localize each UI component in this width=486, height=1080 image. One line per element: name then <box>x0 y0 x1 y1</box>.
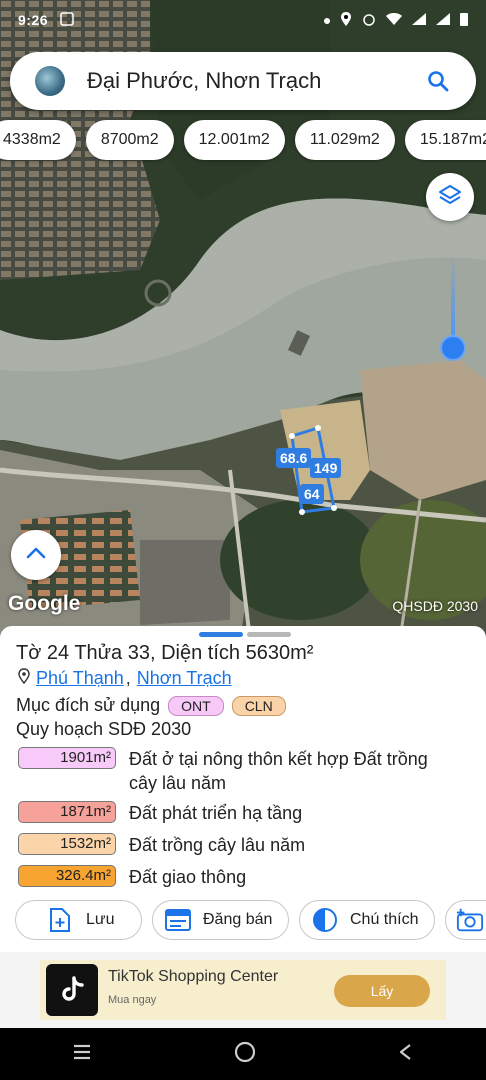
ad-cta-button[interactable]: Lấy <box>334 975 430 1007</box>
my-location-dot <box>440 335 466 361</box>
battery-icon <box>460 12 468 29</box>
search-bar[interactable]: Đại Phước, Nhơn Trạch <box>10 52 476 110</box>
status-time: 9:26 <box>18 12 49 28</box>
district-link[interactable]: Nhơn Trạch <box>137 668 232 689</box>
location-status-icon <box>340 11 352 29</box>
search-icon[interactable] <box>416 59 460 103</box>
plan-row: 1901m² Đất ở tại nông thôn kết hợp Đất t… <box>18 747 459 795</box>
ad-subtitle: Mua ngay <box>108 994 157 1006</box>
plan-area-badge: 1871m² <box>18 801 116 823</box>
legend-button[interactable]: Chú thích <box>299 900 435 940</box>
parcel-info-sheet: Tờ 24 Thửa 33, Diện tích 5630m² Phú Thạn… <box>0 626 486 952</box>
save-button[interactable]: Lưu <box>15 900 142 940</box>
recent-apps-icon[interactable] <box>70 1043 94 1066</box>
plan-area-badge: 1901m² <box>18 747 116 769</box>
area-chip[interactable]: 4338m2 <box>0 120 76 160</box>
heading-beam <box>451 255 455 337</box>
address-separator: , <box>125 668 131 688</box>
plan-row: 326.4m² Đất giao thông <box>18 865 459 889</box>
signal-2-icon <box>436 12 450 28</box>
home-icon[interactable] <box>233 1040 257 1069</box>
map-layer-label: QHSDĐ 2030 <box>392 598 478 614</box>
listing-board-icon <box>165 906 191 934</box>
tiktok-logo <box>46 964 98 1016</box>
ad-title: TikTok Shopping Center <box>108 968 279 985</box>
area-chip[interactable]: 15.187m2 <box>404 120 486 160</box>
layers-icon <box>438 183 462 212</box>
post-sale-label: Đăng bán <box>203 911 273 928</box>
area-chip[interactable]: 8700m2 <box>85 120 174 160</box>
layers-button[interactable] <box>426 173 474 221</box>
post-sale-button[interactable]: Đăng bán <box>152 900 289 940</box>
search-input[interactable]: Đại Phước, Nhơn Trạch <box>87 68 416 94</box>
add-file-icon <box>46 906 74 934</box>
google-logo: Google <box>8 592 81 615</box>
page-indicator <box>247 632 291 637</box>
back-icon[interactable] <box>396 1042 416 1067</box>
sheet-page-indicator[interactable] <box>199 632 291 637</box>
land-use-purpose: Mục đích sử dụng ONT CLN <box>16 695 286 716</box>
plan-description: Đất phát triển hạ tầng <box>129 803 303 823</box>
parcel-edge-label: 149 <box>310 458 342 478</box>
signal-icon <box>412 12 426 28</box>
wifi-icon <box>386 12 402 28</box>
notification-icon <box>60 11 74 29</box>
avatar[interactable] <box>35 66 65 96</box>
satellite-map[interactable]: 9:26 Đại Phước, Nhơn Trạch 4338m2 8700m2… <box>0 0 486 640</box>
parcel-address: Phú Thạnh, Nhơn Trạch <box>18 668 232 689</box>
location-pin-icon <box>18 668 30 689</box>
purpose-tag-cln: CLN <box>231 695 286 716</box>
expand-sheet-button[interactable] <box>11 530 61 580</box>
system-navigation-bar <box>0 1028 486 1080</box>
ad-banner-area: TikTok Shopping Center Mua ngay Lấy <box>0 952 486 1028</box>
ad-banner[interactable]: TikTok Shopping Center Mua ngay Lấy <box>40 960 446 1020</box>
add-photo-icon <box>456 906 484 934</box>
save-label: Lưu <box>86 911 115 928</box>
page-indicator-active <box>199 632 243 637</box>
area-filter-chips: 4338m2 8700m2 12.001m2 11.029m2 15.187m2 <box>0 120 486 162</box>
area-chip[interactable]: 11.029m2 <box>294 120 395 160</box>
action-buttons: Lưu Đăng bán Chú thích <box>15 900 486 940</box>
purpose-label: Mục đích sử dụng <box>16 695 161 715</box>
plan-area-badge: 1532m² <box>18 833 116 855</box>
plan-title: Quy hoạch SDĐ 2030 <box>16 719 192 739</box>
purpose-tag-ont: ONT <box>168 695 224 716</box>
plan-area-badge: 326.4m² <box>18 865 116 887</box>
legend-label: Chú thích <box>350 911 419 928</box>
plan-description: Đất giao thông <box>129 867 247 887</box>
parcel-edge-label: 68.6 <box>276 448 312 468</box>
status-bar: 9:26 <box>0 0 486 40</box>
dot-icon <box>324 13 330 27</box>
plan-description: Đất ở tại nông thôn kết hợp Đất trồng câ… <box>129 749 428 793</box>
contrast-icon <box>312 906 338 934</box>
area-chip[interactable]: 12.001m2 <box>183 120 285 160</box>
plan-row: 1532m² Đất trồng cây lâu năm <box>18 833 459 857</box>
chevron-up-icon <box>26 546 46 564</box>
add-photo-button[interactable] <box>445 900 486 940</box>
parcel-edge-label: 64 <box>300 484 324 504</box>
plan-description: Đất trồng cây lâu năm <box>129 835 306 855</box>
alarm-icon <box>362 12 376 29</box>
ward-link[interactable]: Phú Thạnh <box>36 668 124 689</box>
parcel-title: Tờ 24 Thửa 33, Diện tích 5630m² <box>16 642 314 664</box>
plan-row: 1871m² Đất phát triển hạ tầng <box>18 801 459 825</box>
